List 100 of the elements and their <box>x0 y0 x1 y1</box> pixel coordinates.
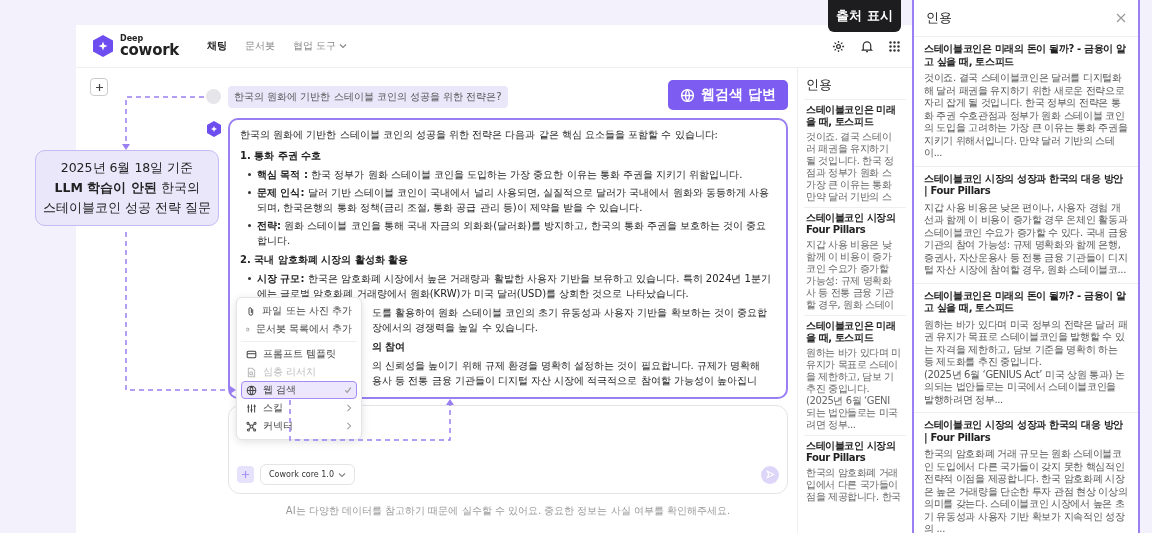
citation-title: 스테이블코인은 미래 <box>806 320 897 332</box>
citation-card[interactable]: 스테이블코인은 미래의 돈이 될까? - 금융이 알고 싶을 때, 토스피드 것이죠. 결국 스테이블코인은 달러를 디지털화해 달러 패권을 유지하기 위한 새로운 전략으로 자리 잡게 될 것입니다. 한국 정부의 전략은 통화 주권 수호관점과 정부가 원화 스테이블 코인의 도입을 고려하는 가장 큰 이유는 통화 주권을 지키기 위해서입니다. 만약 달러 기반의 스테이... <box>914 36 1138 166</box>
logo-text: cowork <box>120 42 179 58</box>
citation-title: Four Pillars <box>806 224 867 236</box>
nodes-icon <box>246 420 257 432</box>
section-heading: 1. 통화 주권 수호 <box>240 149 323 163</box>
citation-excerpt: 원하는 바가 있다며 미국 정부의 전략은 달러 패권 유지가 목표로 스테이블코인을 발행할 수 있는 자격을 제한하고, 담보 기준을 명확히 하는 등 제도화를 추진 중입니다. (2025년 6월 ‘GENIUS Act’ 미국 상원 통과) 논의되는 법안들로는 미국에서 스테이블코인을 발행하려면 정부... <box>924 318 1128 406</box>
bell-icon[interactable] <box>861 39 873 53</box>
grid-icon[interactable] <box>889 40 900 52</box>
citation-title: 스테이블코인은 미래의 돈이 될까? - 금융이 알고 싶을 때, 토스피드 <box>924 43 1127 68</box>
card-icon <box>246 348 257 360</box>
citation-card[interactable]: 스테이블코인 시장의 Four Pillars 한국의 암호화폐 거래 입에서 다른 국가들이 점을 제공합니다. 한국 <box>804 435 906 507</box>
citations-title: 인용 <box>805 76 833 94</box>
citation-excerpt: 지갑 사용 비용은 낮 <box>806 239 893 251</box>
answer-text: 도를 활용하여 원화 스테이블 코인의 초기 유동성과 사용자 기반을 확보하는 것이 중요합 <box>372 306 768 320</box>
new-chat-button[interactable] <box>90 78 108 96</box>
citation-excerpt: (2025년 6월 ‘GENI <box>806 395 891 407</box>
chevron-right-icon <box>346 404 352 412</box>
citation-excerpt: 추진 중입니다. <box>806 383 871 395</box>
citation-excerpt: 것이죠. 결국 스테이블코인은 달러를 디지털화해 달러 패권을 유지하기 위한 새로운 전략으로 자리 잡게 될 것입니다. 한국 정부의 전략은 통화 주권 수호관점과 정부가 원화 스테이블 코인의 도입을 고려하는 가장 큰 이유는 통화 주권을 지키기 위해서입니다. 만약 달러 기반의 스테이... <box>924 72 1128 160</box>
sliders-icon <box>246 402 257 414</box>
document-search-icon <box>246 366 257 378</box>
citation-excerpt: 한국의 암호화폐 거래 규모는 원화 스테이블코인 도입에서 다른 국가들이 갖지 못한 핵심적인 전략적 이점을 제공합니다. 한국 암호화폐 시장은 높은 거래량을 단순한 투자 관점 현상 이상의 의미를 갖는다. 스테이블코인 시장에서 높은 초기 유동성과 사용자 기반 확보가 지속적인 성장의 ... <box>924 448 1128 533</box>
menu-item[interactable]: 커넥터 <box>241 417 357 435</box>
chevron-right-icon <box>346 422 352 430</box>
citation-card[interactable]: 스테이블코인은 미래 을 때, 토스피드 원하는 바가 있다며 미 유지가 목표로 스테이 을 제한하고, 담보 기 추진 중입니다. (2025년 6월 ‘GENI 되는 법안들로는 미국 려면 정부... <box>804 315 906 435</box>
menu-item[interactable]: 파일 또는 사진 추가 <box>241 302 357 320</box>
citation-excerpt: 한국의 암호화폐 거래 <box>806 467 899 479</box>
nav-tab[interactable]: 채팅 <box>206 37 227 55</box>
nav-tab[interactable]: 문서봇 <box>244 37 275 55</box>
chevron-down-icon <box>339 43 348 49</box>
section-heading: 2. 국내 암호화폐 시장의 활성화 활용 <box>240 253 410 267</box>
citation-card[interactable]: 스테이블코인은 미래 을 때, 토스피드 것이죠. 결국 스테이 러 패권을 유지하기 될 것입니다. 한국 정 점과 정부가 원화 스 가장 큰 이유는 통화 만약 달러 기반의 스 <box>804 99 906 207</box>
bullet-icon <box>248 224 251 227</box>
close-icon[interactable] <box>1116 13 1126 23</box>
citation-excerpt: 함께 이 비용이 증가 <box>806 251 893 263</box>
send-icon <box>765 470 775 479</box>
settings-icon[interactable] <box>832 39 845 53</box>
citation-title: 스테이블코인 시장의 <box>806 212 897 224</box>
plus-icon <box>241 470 250 479</box>
answer-text: 의 신뢰성을 높이기 위해 규제 환경을 명확히 설정하는 것이 필요합니다. 규제가 명확해 <box>372 359 762 373</box>
user-avatar <box>206 89 221 104</box>
model-dropdown[interactable]: Cowork core 1.0 <box>260 464 355 485</box>
citation-excerpt: 가장 큰 이유는 통화 <box>806 179 893 191</box>
citation-title: 스테이블코인 시장의 <box>806 440 897 452</box>
disclaimer-text: AI는 다양한 데이터를 참고하기 때문에 실수할 수 있어요. 중요한 정보는 사실 여부를 확인해주세요. <box>284 504 732 518</box>
citation-excerpt: 될 것입니다. 한국 정 <box>806 155 895 167</box>
plus-icon <box>94 82 104 92</box>
nav-tab[interactable]: 협업 도구 <box>292 37 348 55</box>
citation-excerpt: 유지가 목표로 스테이 <box>806 359 899 371</box>
citation-card[interactable]: 스테이블코인 시장의 성장과 한국의 대응 방안 | Four Pillars 한국의 암호화폐 거래 규모는 원화 스테이블코인 도입에서 다른 국가들이 갖지 못한 핵심적인 전략적 이점을 제공합니다. 한국 암호화폐 시장은 높은 거래량을 단순한 투자 관점 현상 이상의 의미를 갖는다. 스테이블코인 시장에서 높은 초기 유동성과 사용자 기반 확보가 지속적인 성장의 ... <box>914 412 1138 533</box>
bullet-icon <box>248 277 251 280</box>
assistant-avatar <box>206 120 222 138</box>
citation-excerpt: 입에서 다른 국가들이 <box>806 479 899 491</box>
citation-title: 스테이블코인은 미래 <box>806 104 897 116</box>
logo-text: Deep <box>120 34 144 43</box>
answer-text: 장에서의 경쟁력을 높일 수 있습니다. <box>372 321 539 335</box>
bullet-text: 문제 인식: 달러 기반 스테이블 코인이 국내에서 널리 사용되면, 실질적으로 달러가 국내에서 원화와 동등하게 사용되며, 한국은행의 통화 정책(금리 조절, 통화 공급 관리 등)이 제약을 받을 수 있습니다. <box>257 186 770 215</box>
citation-excerpt: 만약 달러 기반의 스 <box>806 191 893 203</box>
bullet-text: 핵심 목적 : 한국 정부가 원화 스테이블 코인을 도입하는 가장 중요한 이유는 통화 주권을 지키기 위함입니다. <box>257 168 743 182</box>
citation-excerpt: 점과 정부가 원화 스 <box>806 167 893 179</box>
section-heading: 의 참여 <box>372 340 407 354</box>
citation-excerpt: 가능성: 규제 명확화 <box>806 275 893 287</box>
annotation-callout: 2025년 6월 18일 기준 LLM 학습이 안된 한국의 스테이블코인 성공 전략 질문 <box>35 150 219 226</box>
citation-title: 스테이블코인은 미래의 돈이 될까? - 금융이 알고 싶을 때, 토스피드 <box>924 289 1127 315</box>
citation-excerpt: 되는 법안들로는 미국 <box>806 407 899 419</box>
globe-icon <box>246 384 257 396</box>
menu-item[interactable]: 웹 검색 <box>241 381 357 399</box>
bullet-text: 전략: 원화 스테이블 코인을 통해 국내 자금의 외화화(달러화)를 방지하고, 한국의 통화 주권을 보호하는 것이 중요합니다. <box>257 219 768 248</box>
citation-excerpt: 지갑 사용 비용은 낮은 편이나, 사용자 경험 개선과 함께 이 비용이 증가할 경우 온체인 활동과 스테이블코인 수요가 증가할 수 있다. 국내 금융 기관의 참여 가능성: 규제 명확화와 함께 은행, 증권사, 자산운용사 등 전통 금융 기관들이 디지털 자산 시장에 참여할 경우, 원화 스테이블코... <box>924 201 1128 277</box>
bullet-icon <box>248 173 251 176</box>
check-icon <box>344 386 352 394</box>
answer-text: 한국의 원화에 기반한 스테이블 코인의 성공을 위한 전략은 다음과 같은 핵심 요소들을 포함할 수 있습니다: <box>240 128 719 142</box>
menu-item[interactable]: 프롬프트 템플릿 <box>241 345 357 363</box>
answer-text: 용사 등 전통 금융 기관들이 디지털 자산 시장에 적극적으로 참여할 가능성이 높아집니 <box>372 374 758 388</box>
citation-title: 을 때, 토스피드 <box>806 332 875 344</box>
citation-excerpt: 사 등 전통 금융 기관 <box>806 287 895 299</box>
question-bubble: 한국의 원화에 기반한 스테이블 코인의 성공을 위한 전략은? <box>228 86 508 108</box>
citation-title: 스테이블코인 시장의 성장과 한국의 대응 방안 | Four Pillars <box>924 172 1124 198</box>
citation-excerpt: 을 제한하고, 담보 기 <box>806 371 895 383</box>
citation-excerpt: 원하는 바가 있다며 미 <box>806 347 902 359</box>
citation-excerpt: 코인 수요가 증가할 <box>806 263 890 275</box>
citation-card[interactable]: 스테이블코인은 미래의 돈이 될까? - 금융이 알고 싶을 때, 토스피드 원하는 바가 있다며 미국 정부의 전략은 달러 패권 유지가 목표로 스테이블코인을 발행할 수 있는 자격을 제한하고, 담보 기준을 명확히 하는 등 제도화를 추진 중입니다. (2025년 6월 ‘GENIUS Act’ 미국 상원 통과) 논의되는 법안들로는 미국에서 스테이블코인을 발행하려면 정부... <box>914 282 1138 412</box>
citation-excerpt: 러 패권을 유지하기 <box>806 143 890 155</box>
citation-title: 스테이블코인 시장의 성장과 한국의 대응 방안 | Four Pillars <box>924 419 1124 444</box>
citation-excerpt: 려면 정부... <box>806 419 857 431</box>
chevron-down-icon <box>338 471 346 478</box>
citation-excerpt: 점을 제공합니다. 한국 <box>806 491 902 503</box>
globe-icon <box>680 87 696 103</box>
tooltip: 출처 표시 <box>828 0 901 32</box>
web-search-badge: 웹검색 답변 <box>668 80 788 110</box>
bullet-icon <box>248 191 251 194</box>
citation-card[interactable]: 스테이블코인 시장의 Four Pillars 지갑 사용 비용은 낮 함께 이 비용이 증가 코인 수요가 증가할 가능성: 규제 명확화 사 등 전통 금융 기관 할 경우, 원화 스테이 <box>804 207 906 315</box>
panel-title: 인용 <box>926 9 952 27</box>
citation-title: 을 때, 토스피드 <box>806 116 875 128</box>
logo-icon <box>92 34 114 58</box>
citation-excerpt: 것이죠. 결국 스테이 <box>806 131 893 143</box>
citation-title: Four Pillars <box>806 452 867 464</box>
citation-excerpt: 할 경우, 원화 스테이 <box>806 299 895 311</box>
menu-item[interactable]: 문서봇 목록에서 추가 <box>241 320 357 338</box>
